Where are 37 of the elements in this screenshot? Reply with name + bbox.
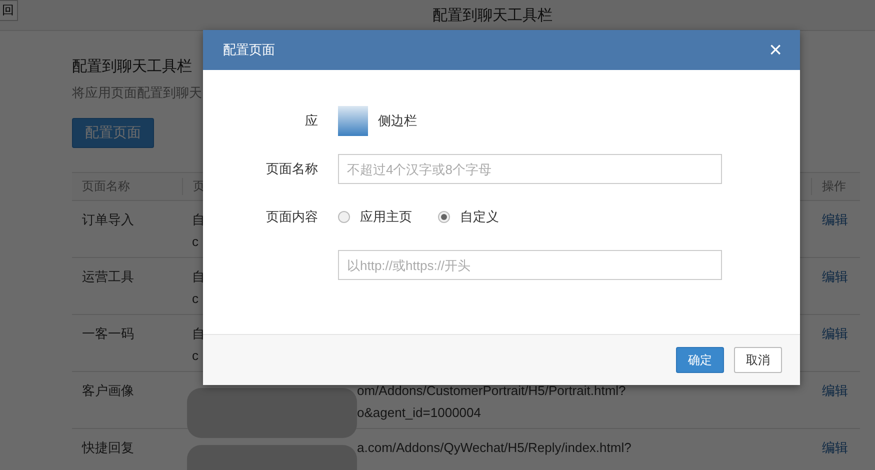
- table-cell-text: 客户画像: [81, 382, 135, 400]
- dialog-title: 配置页面: [223, 41, 275, 59]
- table-cell: 自: [192, 325, 205, 343]
- app-name: 侧边栏: [378, 112, 417, 130]
- radio-option[interactable]: 应用主页: [338, 208, 412, 226]
- field-label: 应: [304, 112, 319, 130]
- edit-link[interactable]: 编辑: [822, 269, 848, 284]
- edit-link[interactable]: 编辑: [822, 212, 848, 227]
- table-cell-text: 快捷回复: [80, 439, 135, 457]
- table-cell-text: c: [192, 347, 200, 365]
- table-cell: 自: [192, 268, 205, 286]
- table-cell-text: 订单导入: [81, 211, 135, 229]
- close-button[interactable]: ×: [769, 39, 782, 61]
- table-cell-text: o&agent_id=1000004: [357, 404, 482, 422]
- url-input[interactable]: 以http://或https://开头: [338, 250, 722, 280]
- table-cell: 自: [192, 211, 205, 229]
- field-label: 页面内容: [265, 208, 319, 226]
- table-cell: om/Addons/CustomerPortrait/H5/Portrait.html?: [357, 382, 626, 400]
- page-name-input[interactable]: 不超过4个汉字或8个字母: [338, 154, 722, 184]
- cancel-button[interactable]: 取消: [734, 347, 782, 373]
- confirm-button[interactable]: 确定: [676, 347, 724, 373]
- table-cell-text: c: [192, 290, 200, 308]
- field-label: 页面名称: [265, 160, 319, 178]
- radio-option[interactable]: 自定义: [438, 208, 499, 226]
- edit-link[interactable]: 编辑: [822, 383, 848, 398]
- edit-link[interactable]: 编辑: [822, 440, 848, 455]
- back-button[interactable]: 回: [0, 0, 18, 21]
- section-description: 将应用页面配置到聊天: [72, 84, 203, 102]
- edit-link[interactable]: 编辑: [822, 326, 848, 341]
- configure-page-button[interactable]: 配置页面: [72, 118, 154, 148]
- table-cell-text: 一客一码: [81, 325, 135, 343]
- page-title: 配置到聊天工具栏: [432, 6, 552, 24]
- table-cell: a.com/Addons/QyWechat/H5/Reply/index.html?: [357, 439, 632, 457]
- table-cell-text: c: [192, 233, 200, 251]
- table-cell-text: 运营工具: [81, 268, 135, 286]
- section-heading: 配置到聊天工具栏: [72, 57, 193, 76]
- blurred-app-icon: [338, 106, 368, 136]
